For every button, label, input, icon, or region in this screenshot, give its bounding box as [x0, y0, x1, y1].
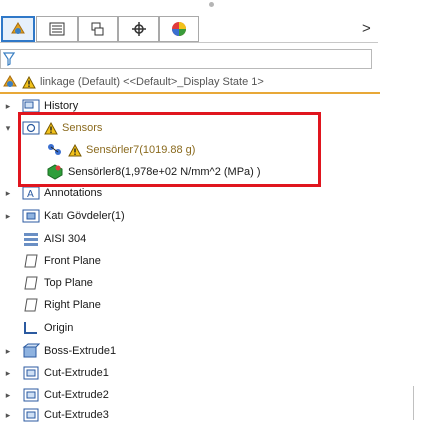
tree-item-cut-extrude3[interactable]: ▸ Cut-Extrude3 — [0, 405, 109, 425]
tree-item-label: AISI 304 — [44, 233, 87, 245]
tree-item-label: Top Plane — [44, 277, 93, 289]
tree-item-label: Origin — [44, 322, 74, 334]
tree-item-top-plane[interactable]: Top Plane — [22, 273, 93, 293]
property-manager-icon — [49, 22, 65, 36]
expand-caret-icon[interactable]: ▸ — [3, 188, 13, 199]
feature-manager-icon — [11, 22, 25, 34]
tree-item-right-plane[interactable]: Right Plane — [22, 295, 101, 315]
splitter-dot[interactable] — [209, 2, 214, 7]
expand-caret-icon[interactable]: ▸ — [3, 390, 13, 401]
tree-root-row[interactable]: linkage (Default) <<Default>_Display Sta… — [0, 72, 380, 92]
material-icon — [24, 233, 38, 246]
manager-tabs: > — [0, 16, 425, 44]
tree-item-label: Right Plane — [44, 299, 101, 311]
tree-item-label: Cut-Extrude2 — [44, 389, 109, 401]
tree-item-label: Front Plane — [44, 255, 101, 267]
cut-extrude-icon — [23, 408, 39, 422]
plane-icon — [24, 298, 38, 312]
rollback-bar[interactable] — [0, 92, 380, 94]
configuration-manager-icon — [91, 22, 104, 36]
tree-item-label: Katı Gövdeler(1) — [44, 210, 125, 222]
tree-item-label: Cut-Extrude1 — [44, 367, 109, 379]
tab-configuration-manager[interactable] — [78, 16, 118, 42]
collapse-caret-icon[interactable]: ▾ — [3, 123, 13, 134]
cut-extrude-icon — [23, 366, 39, 380]
tree-item-cut-extrude1[interactable]: ▸ Cut-Extrude1 — [0, 363, 109, 383]
display-manager-icon — [172, 22, 186, 36]
tab-display-manager[interactable] — [159, 16, 199, 42]
more-tabs-button[interactable]: > — [362, 20, 371, 37]
expand-caret-icon[interactable]: ▸ — [3, 346, 13, 357]
tree-item-label: History — [44, 100, 79, 112]
expand-caret-icon[interactable]: ▸ — [3, 410, 13, 421]
tree-item-origin[interactable]: Origin — [22, 318, 73, 338]
dimxpert-manager-icon — [131, 22, 146, 36]
tree-item-cut-extrude2[interactable]: ▸ Cut-Extrude2 — [0, 385, 109, 405]
history-folder-icon — [22, 99, 40, 113]
boss-extrude-icon — [22, 343, 40, 358]
expand-caret-icon[interactable]: ▸ — [3, 368, 13, 379]
plane-icon — [24, 276, 38, 290]
tree-item-label: Annotations — [44, 187, 103, 199]
filter-icon[interactable] — [3, 52, 15, 66]
tab-property-manager[interactable] — [36, 16, 78, 42]
tabs-divider — [0, 42, 378, 43]
part-root-icon — [3, 75, 17, 87]
panel-edge — [413, 386, 414, 420]
svg-text:A: A — [27, 189, 34, 200]
tab-feature-manager[interactable] — [1, 16, 35, 42]
filter-field[interactable] — [0, 49, 372, 69]
tree-item-front-plane[interactable]: Front Plane — [22, 251, 101, 271]
tree-item-boss-extrude1[interactable]: ▸ Boss-Extrude1 — [0, 341, 116, 361]
tree-item-label: Cut-Extrude3 — [44, 409, 109, 421]
plane-icon — [24, 254, 38, 268]
tree-item-solid-bodies[interactable]: ▸ Katı Gövdeler(1) — [0, 206, 125, 226]
origin-icon — [24, 322, 37, 334]
expand-caret-icon[interactable]: ▸ — [3, 101, 13, 112]
expand-caret-icon[interactable]: ▸ — [3, 211, 13, 222]
tab-dimxpert-manager[interactable] — [118, 16, 159, 42]
tree-item-material[interactable]: AISI 304 — [22, 229, 86, 249]
top-strip — [0, 0, 425, 10]
warning-icon — [22, 75, 36, 88]
root-label: linkage (Default) <<Default>_Display Sta… — [40, 76, 264, 88]
annotations-folder-icon: A — [22, 186, 40, 200]
cut-extrude-icon — [23, 388, 39, 402]
tree-item-label: Boss-Extrude1 — [44, 345, 117, 357]
sensors-highlight-box — [18, 112, 321, 187]
solid-bodies-folder-icon — [22, 209, 40, 223]
